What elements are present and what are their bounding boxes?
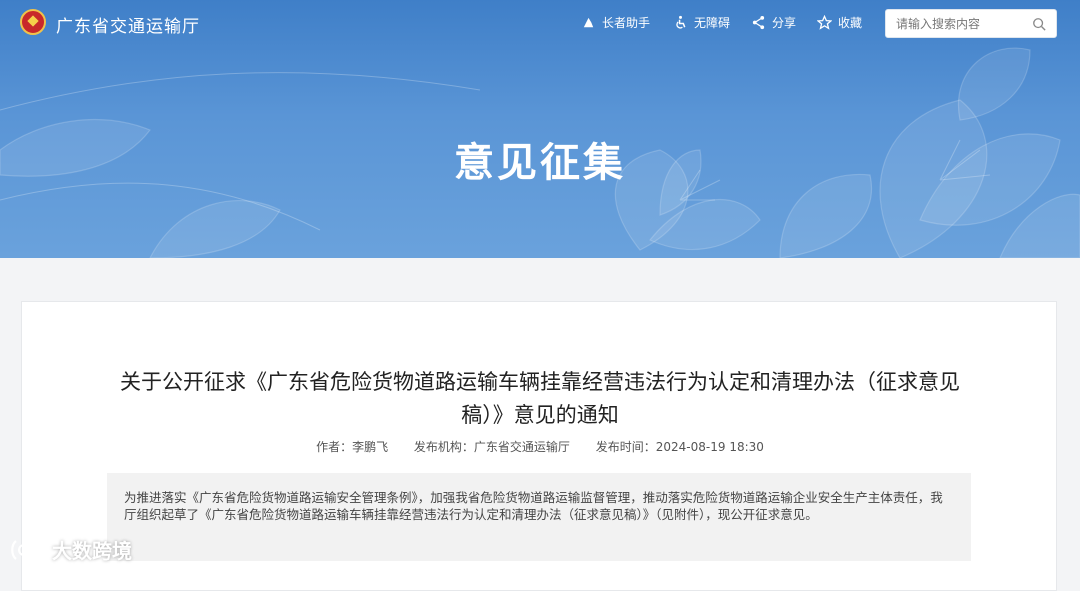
article-author: 作者：李鹏飞	[316, 440, 389, 454]
banner-title: 意见征集	[454, 140, 626, 186]
article-title: 关于公开征求《广东省危险货物道路运输车辆挂靠经营违法行为认定和清理办法（征求意见…	[22, 366, 1058, 432]
article-meta: 作者：李鹏飞 发布机构：广东省交通运输厅 发布时间：2024-08-19 18:…	[22, 438, 1058, 455]
elder-helper-icon	[583, 17, 594, 28]
star-icon	[817, 15, 832, 30]
article-title-line-1: 关于公开征求《广东省危险货物道路运输车辆挂靠经营违法行为认定和清理办法（征求意见	[120, 370, 960, 394]
banner: 广东省交通运输厅 长者助手 无障碍 分享 收藏 请输入搜索内容 意见征集	[0, 0, 1080, 258]
search-icon[interactable]	[1032, 17, 1046, 31]
article-card: 关于公开征求《广东省危险货物道路运输车辆挂靠经营违法行为认定和清理办法（征求意见…	[21, 301, 1057, 591]
watermark-logo-icon	[11, 539, 42, 560]
watermark: 大数跨境	[10, 535, 132, 564]
nav-share[interactable]: 分享	[751, 14, 796, 31]
article-title-line-2: 稿）》意见的通知	[461, 403, 619, 427]
nav-share-label: 分享	[772, 16, 797, 30]
search-input[interactable]	[894, 16, 1028, 32]
article-summary: 为推进落实《广东省危险货物道路运输安全管理条例》，加强我省危险货物道路运输监督管…	[107, 473, 971, 561]
nav-favorite-label: 收藏	[838, 16, 863, 30]
nav-elder-helper-label: 长者助手	[602, 16, 651, 30]
watermark-text: 大数跨境	[52, 539, 132, 563]
accessibility-icon	[676, 15, 686, 29]
emblem-logo	[20, 9, 46, 35]
article-publisher: 发布机构：广东省交通运输厅	[413, 440, 570, 454]
nav-elder-helper[interactable]: 长者助手	[581, 14, 650, 31]
site-title[interactable]: 广东省交通运输厅	[56, 12, 200, 37]
nav-accessibility-label: 无障碍	[694, 16, 731, 30]
article-publish-time: 发布时间：2024-08-19 18:30	[595, 440, 764, 454]
top-navigation-bar: 广东省交通运输厅 长者助手 无障碍 分享 收藏 请输入搜索内容	[0, 0, 1080, 46]
search-box	[885, 9, 1057, 38]
share-icon	[752, 15, 765, 30]
nav-favorite[interactable]: 收藏	[817, 14, 862, 31]
nav-accessibility[interactable]: 无障碍	[673, 14, 730, 31]
